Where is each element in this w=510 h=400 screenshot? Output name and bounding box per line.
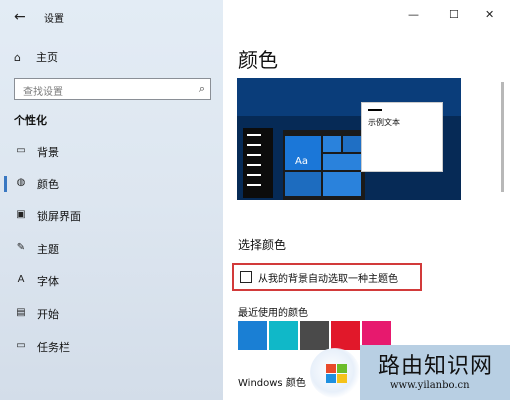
font-icon: A xyxy=(17,274,25,285)
auto-accent-checkbox[interactable] xyxy=(240,271,252,283)
sidebar-item-label: 背景 xyxy=(37,146,59,159)
preview-tile xyxy=(323,172,361,196)
sidebar-item-fonts[interactable]: A 字体 xyxy=(0,270,223,292)
auto-accent-highlight: 从我的背景自动选取一种主题色 xyxy=(232,263,422,291)
preview-start-menu: Aa xyxy=(283,130,365,200)
settings-sidebar: ← 设置 ⌂ 主页 查找设置 ⌕ 个性化 ▭ 背景 ◍ 颜色 ▣ 锁屏界面 ✎ … xyxy=(0,0,223,400)
watermark-url: www.yilanbo.cn xyxy=(390,380,470,391)
page-title: 颜色 xyxy=(238,48,278,72)
content-pane: — ☐ ✕ 颜色 Aa 示例文本 选择颜色 从我的背景自动选取一种主题色 最近使… xyxy=(223,0,510,400)
preview-tile-text: Aa xyxy=(295,156,308,167)
home-icon: ⌂ xyxy=(14,50,21,64)
sidebar-item-lock-screen[interactable]: ▣ 锁屏界面 xyxy=(0,205,223,227)
sidebar-item-label: 开始 xyxy=(37,308,59,321)
sidebar-item-background[interactable]: ▭ 背景 xyxy=(0,141,223,163)
start-menu-icon: ▤ xyxy=(16,307,26,318)
preview-line xyxy=(247,184,261,186)
preview-tile xyxy=(285,172,321,196)
app-title: 设置 xyxy=(44,14,64,25)
preview-line xyxy=(247,154,261,156)
flag-red xyxy=(326,364,336,373)
sidebar-item-start[interactable]: ▤ 开始 xyxy=(0,303,223,325)
choose-color-heading: 选择颜色 xyxy=(238,238,287,252)
auto-accent-label[interactable]: 从我的背景自动选取一种主题色 xyxy=(258,270,398,285)
recent-colors-heading: 最近使用的颜色 xyxy=(238,308,308,319)
search-icon[interactable]: ⌕ xyxy=(199,82,205,96)
back-arrow-icon[interactable]: ← xyxy=(14,9,30,25)
sidebar-item-label: 颜色 xyxy=(37,178,59,191)
maximize-button[interactable]: ☐ xyxy=(449,8,459,21)
section-heading-personalization: 个性化 xyxy=(14,114,47,127)
recent-color-swatch[interactable] xyxy=(300,321,329,350)
preview-window: 示例文本 xyxy=(361,102,443,172)
minimize-button[interactable]: — xyxy=(408,8,419,21)
close-button[interactable]: ✕ xyxy=(485,8,494,21)
sidebar-item-label: 任务栏 xyxy=(37,341,70,354)
flag-green xyxy=(337,364,347,373)
color-preview: Aa 示例文本 xyxy=(237,78,461,200)
palette-icon: ◍ xyxy=(16,177,26,188)
titlebar: ← 设置 xyxy=(0,0,223,36)
sidebar-item-label: 主题 xyxy=(37,243,59,256)
recent-color-swatch[interactable] xyxy=(331,321,360,350)
recent-color-swatch[interactable] xyxy=(269,321,298,350)
nav-home[interactable]: ⌂ 主页 xyxy=(14,48,58,66)
watermark-title: 路由知识网 xyxy=(378,354,494,379)
preview-sample-text: 示例文本 xyxy=(368,118,400,127)
taskbar-icon: ▭ xyxy=(16,340,26,351)
flag-blue xyxy=(326,374,336,383)
picture-icon: ▭ xyxy=(16,145,26,156)
preview-tile: Aa xyxy=(285,136,321,170)
preview-tile xyxy=(323,136,341,152)
preview-line xyxy=(247,164,261,166)
preview-tile xyxy=(323,154,361,170)
preview-line xyxy=(247,134,261,136)
preview-line xyxy=(247,174,261,176)
sidebar-item-label: 锁屏界面 xyxy=(37,210,81,223)
themes-icon: ✎ xyxy=(16,242,26,253)
search-input[interactable]: 查找设置 ⌕ xyxy=(14,78,211,100)
recent-color-swatch[interactable] xyxy=(238,321,267,350)
preview-tile xyxy=(343,136,361,152)
windows-colors-heading: Windows 颜色 xyxy=(238,378,306,389)
sidebar-item-colors[interactable]: ◍ 颜色 xyxy=(0,173,223,195)
flag-yellow xyxy=(337,374,347,383)
lock-screen-icon: ▣ xyxy=(16,209,26,220)
sidebar-item-taskbar[interactable]: ▭ 任务栏 xyxy=(0,336,223,358)
preview-start-list xyxy=(243,128,273,198)
sidebar-item-label: 字体 xyxy=(37,275,59,288)
preview-window-bar xyxy=(368,109,382,111)
scrollbar[interactable] xyxy=(501,82,504,192)
search-placeholder: 查找设置 xyxy=(23,87,63,98)
windows-logo-icon xyxy=(310,348,360,398)
sidebar-item-themes[interactable]: ✎ 主题 xyxy=(0,238,223,260)
nav-home-label: 主页 xyxy=(36,51,58,64)
preview-line xyxy=(247,144,261,146)
